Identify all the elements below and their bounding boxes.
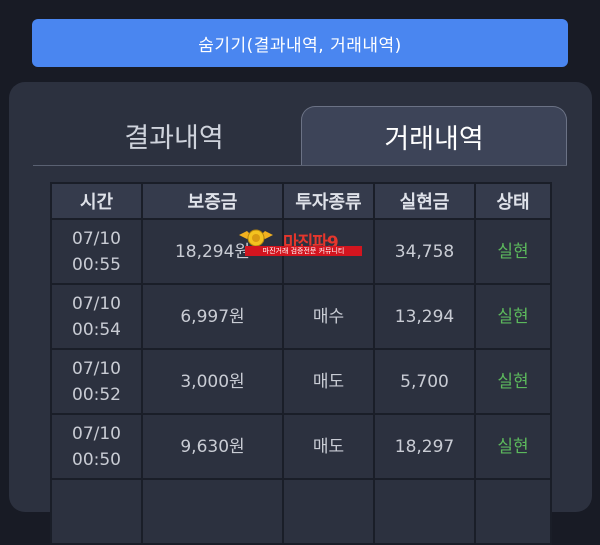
tab-divider: [33, 165, 567, 166]
hide-history-button[interactable]: 숨기기(결과내역, 거래내역): [32, 19, 568, 67]
header-realized: 실현금: [373, 182, 476, 220]
table-row[interactable]: [50, 478, 552, 545]
cell-realized: 13,294: [373, 283, 476, 350]
header-type: 투자종류: [282, 182, 375, 220]
cell-type: [282, 218, 375, 285]
cell-realized: 5,700: [373, 348, 476, 415]
tab-results[interactable]: 결과내역: [43, 106, 305, 164]
cell-deposit: 6,997원: [141, 283, 284, 350]
table-row[interactable]: 07/10 00:54 6,997원 매수 13,294 실현: [50, 283, 552, 350]
cell-date: 07/10: [72, 423, 121, 444]
cell-deposit: 3,000원: [141, 348, 284, 415]
cell-clock: 00:50: [72, 449, 121, 470]
cell-deposit: 18,294원: [141, 218, 284, 285]
cell-time: 07/10 00:50: [50, 413, 143, 480]
cell-status: 실현: [474, 413, 552, 480]
header-deposit: 보증금: [141, 182, 284, 220]
cell-type: 매수: [282, 283, 375, 350]
cell-clock: 00:55: [72, 254, 121, 275]
cell-date: 07/10: [72, 358, 121, 379]
table-row[interactable]: 07/10 00:55 18,294원 34,758 실현: [50, 218, 552, 285]
cell-realized: 18,297: [373, 413, 476, 480]
header-status: 상태: [474, 182, 552, 220]
tab-trades[interactable]: 거래내역: [301, 106, 567, 165]
cell-realized: [373, 478, 476, 545]
history-tabs: 결과내역 거래내역: [33, 106, 567, 166]
cell-type: [282, 478, 375, 545]
table-row[interactable]: 07/10 00:52 3,000원 매도 5,700 실현: [50, 348, 552, 415]
trade-table: 시간 보증금 투자종류 실현금 상태 07/10 00:55 18,294원 34…: [50, 182, 552, 545]
header-time: 시간: [50, 182, 143, 220]
cell-type: 매도: [282, 348, 375, 415]
cell-status: 실현: [474, 348, 552, 415]
cell-time: 07/10 00:52: [50, 348, 143, 415]
cell-time: [50, 478, 143, 545]
cell-date: 07/10: [72, 228, 121, 249]
cell-clock: 00:52: [72, 384, 121, 405]
cell-clock: 00:54: [72, 319, 121, 340]
cell-deposit: [141, 478, 284, 545]
cell-status: 실현: [474, 283, 552, 350]
cell-status: [474, 478, 552, 545]
cell-time: 07/10 00:55: [50, 218, 143, 285]
table-header-row: 시간 보증금 투자종류 실현금 상태: [50, 182, 552, 220]
cell-realized: 34,758: [373, 218, 476, 285]
cell-time: 07/10 00:54: [50, 283, 143, 350]
cell-type: 매도: [282, 413, 375, 480]
cell-status: 실현: [474, 218, 552, 285]
table-row[interactable]: 07/10 00:50 9,630원 매도 18,297 실현: [50, 413, 552, 480]
cell-deposit: 9,630원: [141, 413, 284, 480]
cell-date: 07/10: [72, 293, 121, 314]
